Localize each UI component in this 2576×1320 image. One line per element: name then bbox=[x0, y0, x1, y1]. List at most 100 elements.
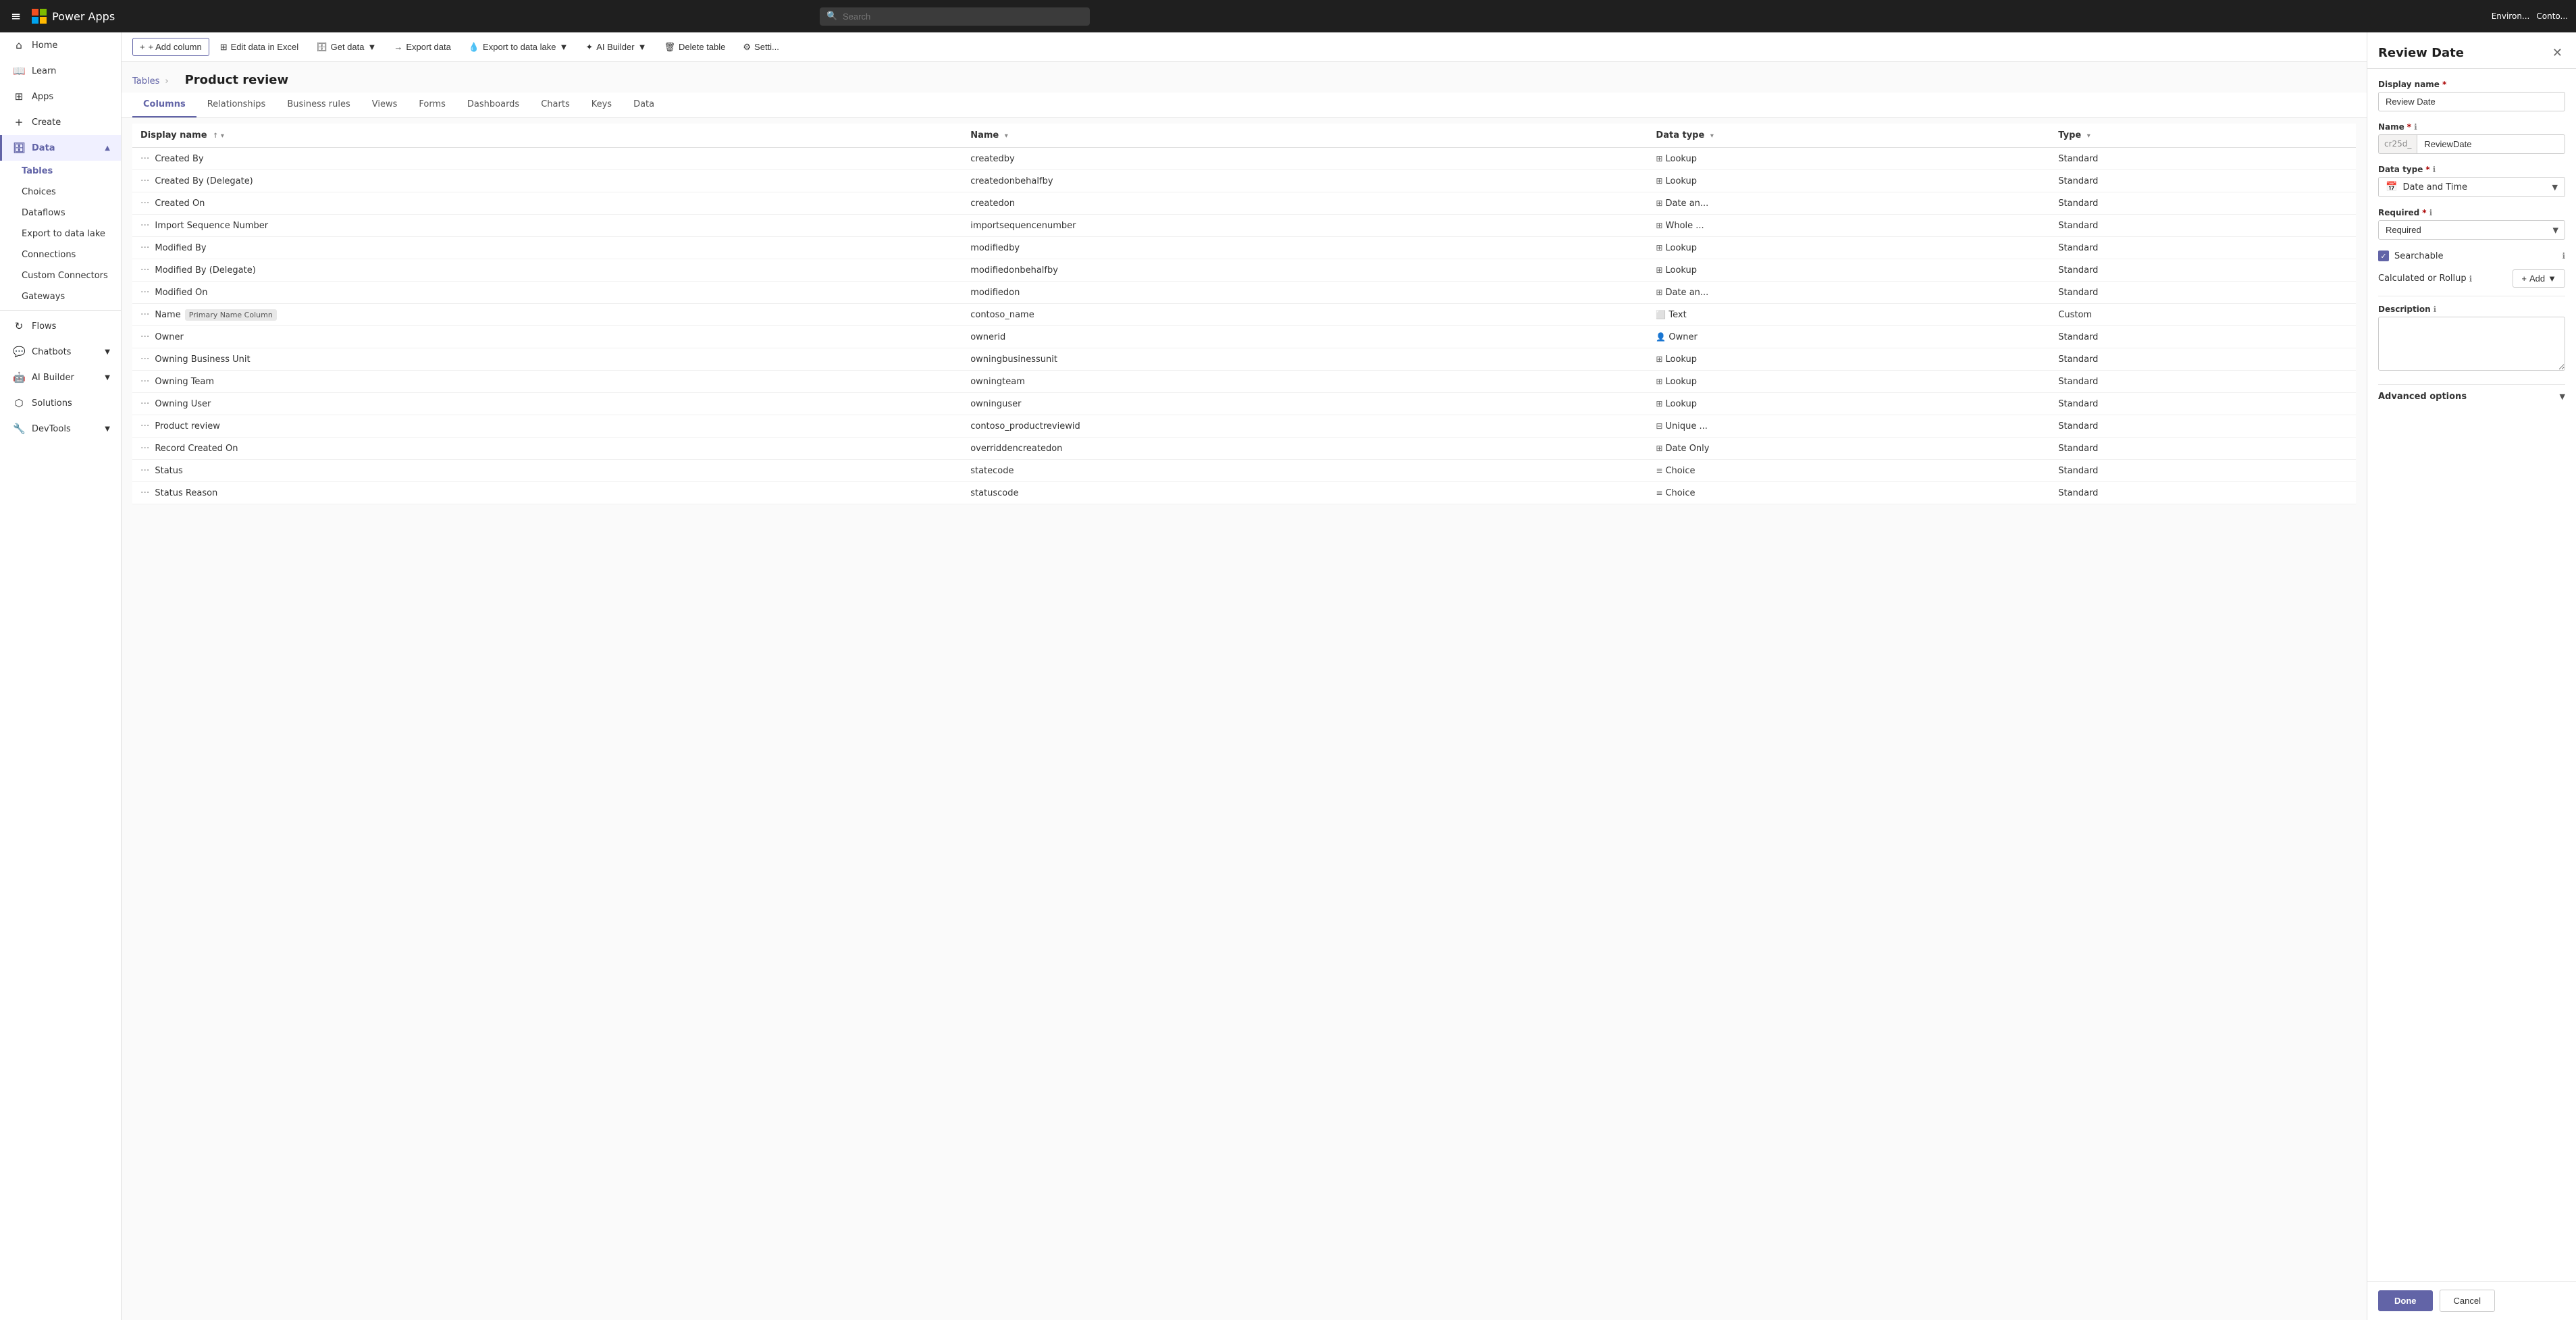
more-icon[interactable]: ··· bbox=[140, 398, 149, 409]
export-data-button[interactable]: → Export data bbox=[387, 38, 458, 55]
display-name-cell: Status bbox=[155, 466, 182, 476]
sidebar-item-custom-connectors[interactable]: Custom Connectors bbox=[0, 265, 121, 286]
more-icon[interactable]: ··· bbox=[140, 487, 149, 498]
more-icon[interactable]: ··· bbox=[140, 265, 149, 275]
search-input[interactable] bbox=[820, 7, 1090, 26]
cell-type: Standard bbox=[2050, 282, 2356, 304]
calc-add-button[interactable]: + Add ▼ bbox=[2513, 269, 2565, 288]
data-type-icon: 📅 bbox=[2386, 182, 2397, 192]
cell-name: overriddencreatedon bbox=[962, 438, 1648, 460]
more-icon[interactable]: ··· bbox=[140, 332, 149, 342]
cell-datatype: ⊞Lookup bbox=[1648, 237, 2050, 259]
hamburger-icon[interactable]: ≡ bbox=[8, 7, 24, 26]
export-data-lake-button[interactable]: 💧 Export to data lake ▼ bbox=[462, 38, 575, 56]
data-type-info-icon[interactable]: ℹ bbox=[2433, 165, 2436, 174]
display-name-input[interactable] bbox=[2378, 92, 2565, 111]
edit-excel-icon: ⊞ bbox=[220, 42, 228, 53]
sidebar-item-gateways[interactable]: Gateways bbox=[0, 286, 121, 307]
edit-excel-button[interactable]: ⊞ Edit data in Excel bbox=[213, 38, 305, 56]
required-info-icon[interactable]: ℹ bbox=[2429, 208, 2433, 217]
data-type-value: Date and Time bbox=[2402, 182, 2546, 192]
sidebar-item-solutions[interactable]: ⬡ Solutions bbox=[0, 390, 121, 416]
more-icon[interactable]: ··· bbox=[140, 242, 149, 253]
sidebar-item-flows[interactable]: ↻ Flows bbox=[0, 313, 121, 339]
sidebar-item-connections[interactable]: Connections bbox=[0, 244, 121, 265]
cancel-button[interactable]: Cancel bbox=[2440, 1290, 2495, 1312]
cell-type: Standard bbox=[2050, 170, 2356, 192]
col-header-datatype[interactable]: Data type ▾ bbox=[1648, 124, 2050, 148]
col-header-displayname[interactable]: Display name ↑ ▾ bbox=[132, 124, 962, 148]
cell-type: Standard bbox=[2050, 482, 2356, 504]
searchable-checkbox[interactable]: ✓ bbox=[2378, 250, 2389, 261]
sidebar-item-create[interactable]: + Create bbox=[0, 109, 121, 135]
ai-builder-button[interactable]: ✦ AI Builder ▼ bbox=[579, 38, 653, 56]
delete-table-button[interactable]: 🗑 Delete table bbox=[657, 38, 732, 56]
sidebar-item-export[interactable]: Export to data lake bbox=[0, 223, 121, 244]
col-header-name[interactable]: Name ▾ bbox=[962, 124, 1648, 148]
tab-dashboards[interactable]: Dashboards bbox=[456, 93, 530, 117]
cell-type: Standard bbox=[2050, 393, 2356, 415]
sidebar-item-choices[interactable]: Choices bbox=[0, 182, 121, 203]
sidebar-item-data[interactable]: 🗄 Data ▲ bbox=[0, 135, 121, 161]
sidebar-item-devtools[interactable]: 🔧 DevTools ▼ bbox=[0, 416, 121, 442]
cell-name: owninguser bbox=[962, 393, 1648, 415]
tab-data[interactable]: Data bbox=[623, 93, 665, 117]
tab-relationships[interactable]: Relationships bbox=[196, 93, 277, 117]
sidebar-item-ai-builder[interactable]: 🤖 AI Builder ▼ bbox=[0, 365, 121, 390]
more-icon[interactable]: ··· bbox=[140, 198, 149, 209]
sidebar-item-label: Home bbox=[32, 41, 57, 51]
settings-button[interactable]: ⚙ Setti... bbox=[736, 38, 786, 56]
col-header-type[interactable]: Type ▾ bbox=[2050, 124, 2356, 148]
cell-datatype: ⊞Date an... bbox=[1648, 192, 2050, 215]
tab-forms[interactable]: Forms bbox=[408, 93, 456, 117]
more-icon[interactable]: ··· bbox=[140, 220, 149, 231]
top-nav: ≡ Power Apps 🔍 Environ... Conto... bbox=[0, 0, 2576, 32]
search-area: 🔍 bbox=[820, 7, 1090, 26]
cell-type: Standard bbox=[2050, 371, 2356, 393]
name-input[interactable] bbox=[2417, 134, 2565, 154]
tab-keys[interactable]: Keys bbox=[581, 93, 623, 117]
more-icon[interactable]: ··· bbox=[140, 376, 149, 387]
more-icon[interactable]: ··· bbox=[140, 465, 149, 476]
datatype-icon: ⊞ bbox=[1656, 243, 1662, 253]
sidebar-item-chatbots[interactable]: 💬 Chatbots ▼ bbox=[0, 339, 121, 365]
sidebar-item-dataflows[interactable]: Dataflows bbox=[0, 203, 121, 223]
sidebar-item-learn[interactable]: 📖 Learn bbox=[0, 58, 121, 84]
tab-charts[interactable]: Charts bbox=[530, 93, 581, 117]
display-name-label: Display name * bbox=[2378, 80, 2565, 89]
more-icon[interactable]: ··· bbox=[140, 176, 149, 186]
description-info-icon[interactable]: ℹ bbox=[2434, 305, 2437, 314]
name-info-icon[interactable]: ℹ bbox=[2414, 122, 2417, 132]
description-textarea[interactable] bbox=[2378, 317, 2565, 371]
sidebar-item-home[interactable]: ⌂ Home bbox=[0, 32, 121, 58]
sidebar-item-apps[interactable]: ⊞ Apps bbox=[0, 84, 121, 109]
more-icon[interactable]: ··· bbox=[140, 287, 149, 298]
cell-datatype: ≡Choice bbox=[1648, 482, 2050, 504]
tab-views[interactable]: Views bbox=[361, 93, 409, 117]
cell-type: Standard bbox=[2050, 415, 2356, 438]
tab-business-rules[interactable]: Business rules bbox=[276, 93, 361, 117]
searchable-label: Searchable bbox=[2394, 251, 2444, 261]
get-data-button[interactable]: 🗄 Get data ▼ bbox=[309, 38, 383, 56]
sidebar-item-label: Chatbots bbox=[32, 347, 71, 357]
breadcrumb-parent[interactable]: Tables bbox=[132, 76, 159, 86]
add-column-button[interactable]: + + Add column bbox=[132, 38, 209, 56]
more-icon[interactable]: ··· bbox=[140, 421, 149, 431]
datatype-icon: ⊞ bbox=[1656, 444, 1662, 453]
more-icon[interactable]: ··· bbox=[140, 309, 149, 320]
searchable-info-icon[interactable]: ℹ bbox=[2562, 251, 2565, 261]
brand-label: Power Apps bbox=[52, 10, 115, 23]
more-icon[interactable]: ··· bbox=[140, 354, 149, 365]
advanced-options-row[interactable]: Advanced options ▼ bbox=[2378, 384, 2565, 408]
sidebar-item-tables[interactable]: Tables bbox=[0, 161, 121, 182]
cell-name: createdby bbox=[962, 148, 1648, 170]
tab-columns[interactable]: Columns bbox=[132, 93, 196, 117]
calc-info-icon[interactable]: ℹ bbox=[2469, 274, 2473, 284]
more-icon[interactable]: ··· bbox=[140, 443, 149, 454]
more-icon[interactable]: ··· bbox=[140, 153, 149, 164]
required-select[interactable]: Optional Required Business Recommended bbox=[2378, 220, 2565, 240]
close-button[interactable]: ✕ bbox=[2550, 43, 2565, 63]
display-name-cell: Owning Business Unit bbox=[155, 354, 250, 365]
data-type-selector[interactable]: 📅 Date and Time ▼ bbox=[2378, 177, 2565, 197]
done-button[interactable]: Done bbox=[2378, 1290, 2433, 1311]
